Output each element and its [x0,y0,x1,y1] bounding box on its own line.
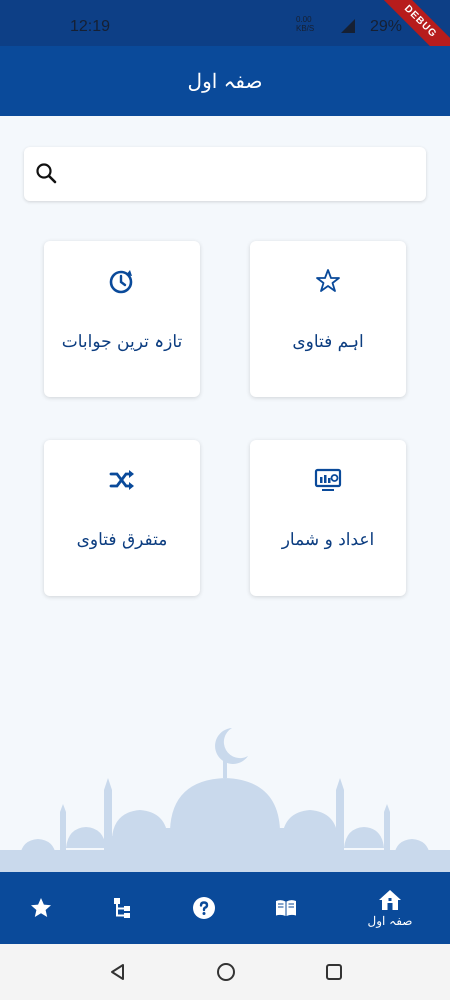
star-icon [31,898,51,917]
card-statistics[interactable]: اعداد و شمار [250,440,406,596]
nav-item-home[interactable]: صفہ اول [360,872,420,944]
battery-level: 29% [370,18,403,35]
nav-item-help[interactable] [174,872,234,944]
system-navigation-bar [0,944,450,1000]
book-icon [276,900,296,916]
card-misc-fatawa[interactable]: متفرق فتاوی [44,440,200,596]
search-input[interactable] [72,157,412,191]
card-label: اہم فتاوی [292,332,364,352]
tree-icon [114,898,130,918]
bottom-navigation: صفہ اول [0,872,450,944]
nav-item-favorites[interactable] [11,872,71,944]
mosque-illustration [0,728,450,872]
status-time: 12:19 [70,18,111,35]
search-box[interactable] [24,147,426,201]
home-circle-icon[interactable] [216,962,236,982]
monitor-analytics-icon [314,468,342,491]
shuffle-icon [109,470,134,490]
nav-item-categories[interactable] [92,872,152,944]
recents-icon[interactable] [324,962,344,982]
app-bar: صفہ اول [0,46,450,116]
status-bar: 12:19 0.00 KB/S 29% DEBUG [0,0,450,72]
home-icon [379,890,401,910]
history-icon [109,270,133,294]
star-icon [316,269,340,292]
help-icon [193,897,215,919]
card-label: اعداد و شمار [281,530,375,550]
card-latest-answers[interactable]: تازہ ترین جوابات [44,241,200,397]
card-label: تازہ ترین جوابات [61,332,183,352]
card-important-fatawa[interactable]: اہم فتاوی [250,241,406,397]
page-title: صفہ اول [187,69,263,93]
back-icon[interactable] [108,962,128,982]
nav-item-label: صفہ اول [367,914,413,928]
signal-icon [341,19,355,33]
card-label: متفرق فتاوی [76,530,168,550]
search-icon [36,163,57,184]
nav-item-books[interactable] [256,872,316,944]
network-speed: 0.00 KB/S [296,15,315,33]
